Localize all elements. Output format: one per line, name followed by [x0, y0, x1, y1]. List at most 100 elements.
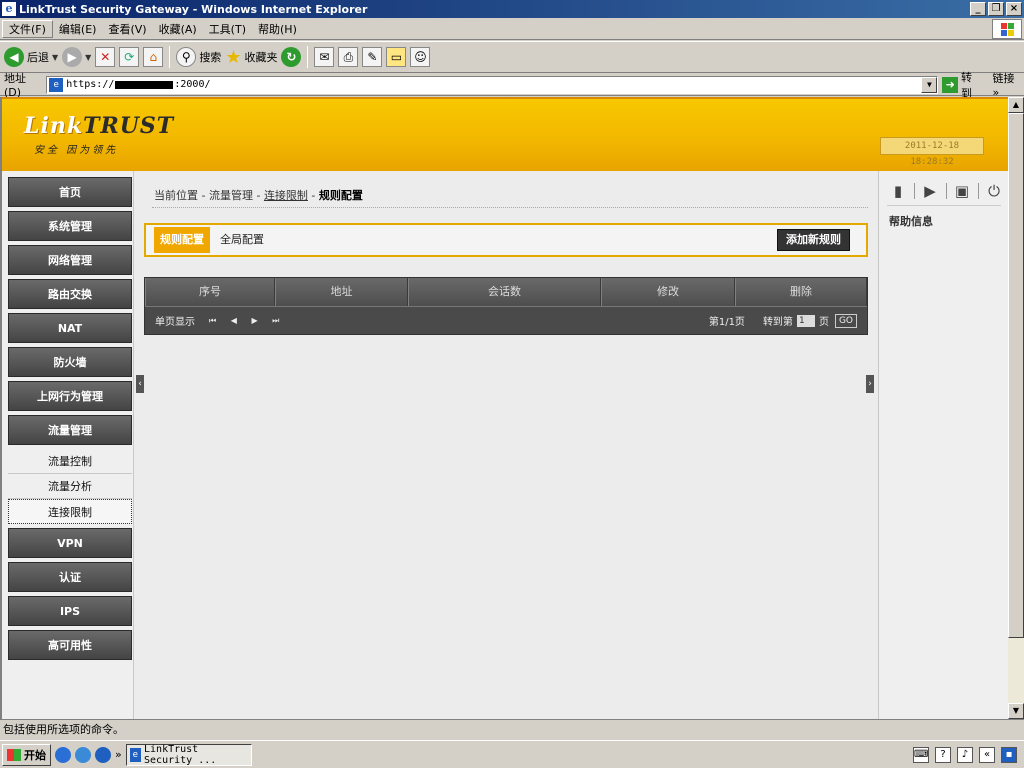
menu-edit[interactable]: 编辑(E) — [53, 21, 103, 37]
windows-flag-icon — [7, 748, 21, 761]
ie-icon: e — [129, 747, 142, 762]
keyboard-icon[interactable]: ⌨ — [913, 746, 929, 763]
task-label: LinkTrust Security ... — [144, 743, 217, 766]
menu-bar: 文件(F) 编辑(E) 查看(V) 收藏(A) 工具(T) 帮助(H) — [0, 18, 1024, 40]
ie-icon: e — [2, 2, 16, 16]
taskbar-ie-window[interactable]: e LinkTrust Security ... — [125, 743, 252, 766]
tray-expand-icon[interactable]: « — [979, 746, 995, 763]
vertical-scrollbar[interactable]: ▲ ▼ — [1008, 97, 1024, 719]
breadcrumb-prefix: 当前位置 - — [154, 189, 209, 202]
quicklaunch-messenger-icon[interactable] — [55, 746, 71, 763]
ime-icon[interactable]: ♪ — [957, 746, 973, 763]
scroll-thumb[interactable] — [1008, 113, 1024, 638]
nav-behavior[interactable]: 上网行为管理 — [8, 381, 132, 411]
menu-file[interactable]: 文件(F) — [2, 19, 53, 38]
menu-view[interactable]: 查看(V) — [102, 21, 152, 37]
save-icon[interactable]: ▣ — [951, 180, 973, 202]
history-icon[interactable]: ↻ — [281, 47, 302, 67]
window-title-bar: e LinkTrust Security Gateway - Windows I… — [0, 0, 1024, 18]
play-icon[interactable]: ▶ — [919, 180, 941, 202]
add-rule-button[interactable]: 添加新规则 — [777, 229, 850, 251]
go-label: 转到 — [960, 70, 972, 100]
browser-viewport: LinkTRUST 安全 因为领先 2011-12-18 18:28:32 首页… — [0, 97, 1008, 719]
collapse-right-icon[interactable]: › — [866, 375, 874, 393]
pager-nav-controls[interactable]: ⏮ ◀ ▶ ⏭ — [209, 316, 285, 326]
folder-icon[interactable]: ▭ — [386, 47, 407, 67]
mail-icon[interactable]: ✉ — [314, 47, 335, 67]
quicklaunch-ie-icon[interactable] — [95, 746, 111, 763]
start-button[interactable]: 开始 — [2, 743, 51, 766]
window-title: LinkTrust Security Gateway - Windows Int… — [19, 2, 368, 16]
nav-traffic[interactable]: 流量管理 — [8, 415, 132, 445]
favorites-button[interactable]: ★ 收藏夹 — [225, 47, 277, 68]
right-panel-divider — [887, 205, 1001, 206]
col-sessions: 会话数 — [408, 278, 601, 306]
datetime-display: 2011-12-18 18:28:32 — [880, 137, 984, 167]
restore-button[interactable]: ❐ — [988, 2, 1004, 16]
search-label: 搜索 — [199, 51, 222, 64]
scroll-up-icon[interactable]: ▲ — [1008, 97, 1024, 113]
address-dropdown-icon[interactable]: ▼ — [921, 76, 938, 93]
page-icon: e — [49, 77, 64, 92]
stop-icon[interactable]: ✕ — [95, 47, 116, 67]
back-dropdown-icon[interactable]: ▼ — [52, 53, 58, 62]
nav-home[interactable]: 首页 — [8, 177, 132, 207]
quicklaunch-desktop-icon[interactable] — [75, 746, 91, 763]
logo-part2: TRUST — [83, 113, 175, 139]
go-page-button[interactable]: GO — [834, 313, 857, 328]
refresh-icon[interactable]: ⟳ — [119, 47, 140, 67]
address-bar: 地址(D) e https:// :2000/ ▼ ➜ 转到 链接 » — [0, 71, 1024, 100]
print-icon[interactable]: ⎙ — [338, 47, 359, 67]
scroll-down-icon[interactable]: ▼ — [1008, 703, 1024, 719]
tab-global-config[interactable]: 全局配置 — [214, 227, 270, 253]
address-input[interactable]: e https:// :2000/ ▼ — [46, 75, 939, 94]
menu-help[interactable]: 帮助(H) — [252, 21, 303, 37]
nav-routing[interactable]: 路由交换 — [8, 279, 132, 309]
nav-ips[interactable]: IPS — [8, 596, 132, 626]
rules-table: 序号 地址 会话数 修改 删除 单页显示 ⏮ ◀ ▶ ⏭ 第1/1页 转到第 1… — [144, 277, 868, 335]
forward-dropdown-icon[interactable]: ▼ — [85, 53, 91, 62]
links-button[interactable]: 链接 » — [992, 70, 1024, 99]
logo-part1: Link — [24, 113, 84, 139]
nav-ha[interactable]: 高可用性 — [8, 630, 132, 660]
nav-auth[interactable]: 认证 — [8, 562, 132, 592]
breadcrumb-level1: 流量管理 — [208, 189, 253, 202]
icon-separator — [945, 183, 947, 199]
edit-icon[interactable]: ✎ — [362, 47, 383, 67]
go-button[interactable]: ➜ 转到 — [942, 69, 982, 101]
back-button[interactable]: ◀ 后退 ▼ — [4, 47, 58, 67]
network-icon[interactable]: ▪ — [1001, 746, 1017, 763]
sub-connection-limit[interactable]: 连接限制 — [8, 499, 132, 524]
document-icon[interactable]: ▮ — [887, 180, 909, 202]
search-button[interactable]: ⚲ 搜索 — [176, 47, 221, 67]
nav-system[interactable]: 系统管理 — [8, 211, 132, 241]
close-button[interactable]: × — [1006, 2, 1022, 16]
breadcrumb-sep: - — [307, 189, 319, 202]
help-icon[interactable]: ? — [935, 746, 951, 763]
sub-traffic-analysis[interactable]: 流量分析 — [8, 474, 132, 499]
messenger-icon[interactable]: ☺ — [410, 47, 431, 67]
toolbar-separator — [307, 46, 309, 68]
page-number-input[interactable]: 1 — [796, 314, 815, 327]
quick-launch — [55, 746, 111, 763]
home-icon[interactable]: ⌂ — [143, 47, 164, 67]
nav-vpn[interactable]: VPN — [8, 528, 132, 558]
sub-traffic-control[interactable]: 流量控制 — [8, 449, 132, 474]
menu-favorites[interactable]: 收藏(A) — [153, 21, 203, 37]
col-address: 地址 — [275, 278, 408, 306]
menu-tools[interactable]: 工具(T) — [203, 21, 252, 37]
nav-firewall[interactable]: 防火墙 — [8, 347, 132, 377]
nav-network[interactable]: 网络管理 — [8, 245, 132, 275]
star-icon: ★ — [225, 46, 242, 68]
breadcrumb-level2-link[interactable]: 连接限制 — [264, 189, 308, 202]
start-label: 开始 — [24, 748, 46, 762]
nav-nat[interactable]: NAT — [8, 313, 132, 343]
tab-rule-config[interactable]: 规则配置 — [154, 227, 210, 253]
help-title: 帮助信息 — [889, 215, 933, 228]
quicklaunch-more-icon[interactable]: » — [115, 748, 122, 761]
forward-button[interactable]: ▶ ▼ — [62, 47, 91, 67]
power-icon[interactable]: ⏻ — [983, 180, 1005, 202]
go-arrow-icon: ➜ — [942, 76, 958, 93]
url-suffix: :2000/ — [174, 79, 211, 90]
minimize-button[interactable]: _ — [970, 2, 986, 16]
